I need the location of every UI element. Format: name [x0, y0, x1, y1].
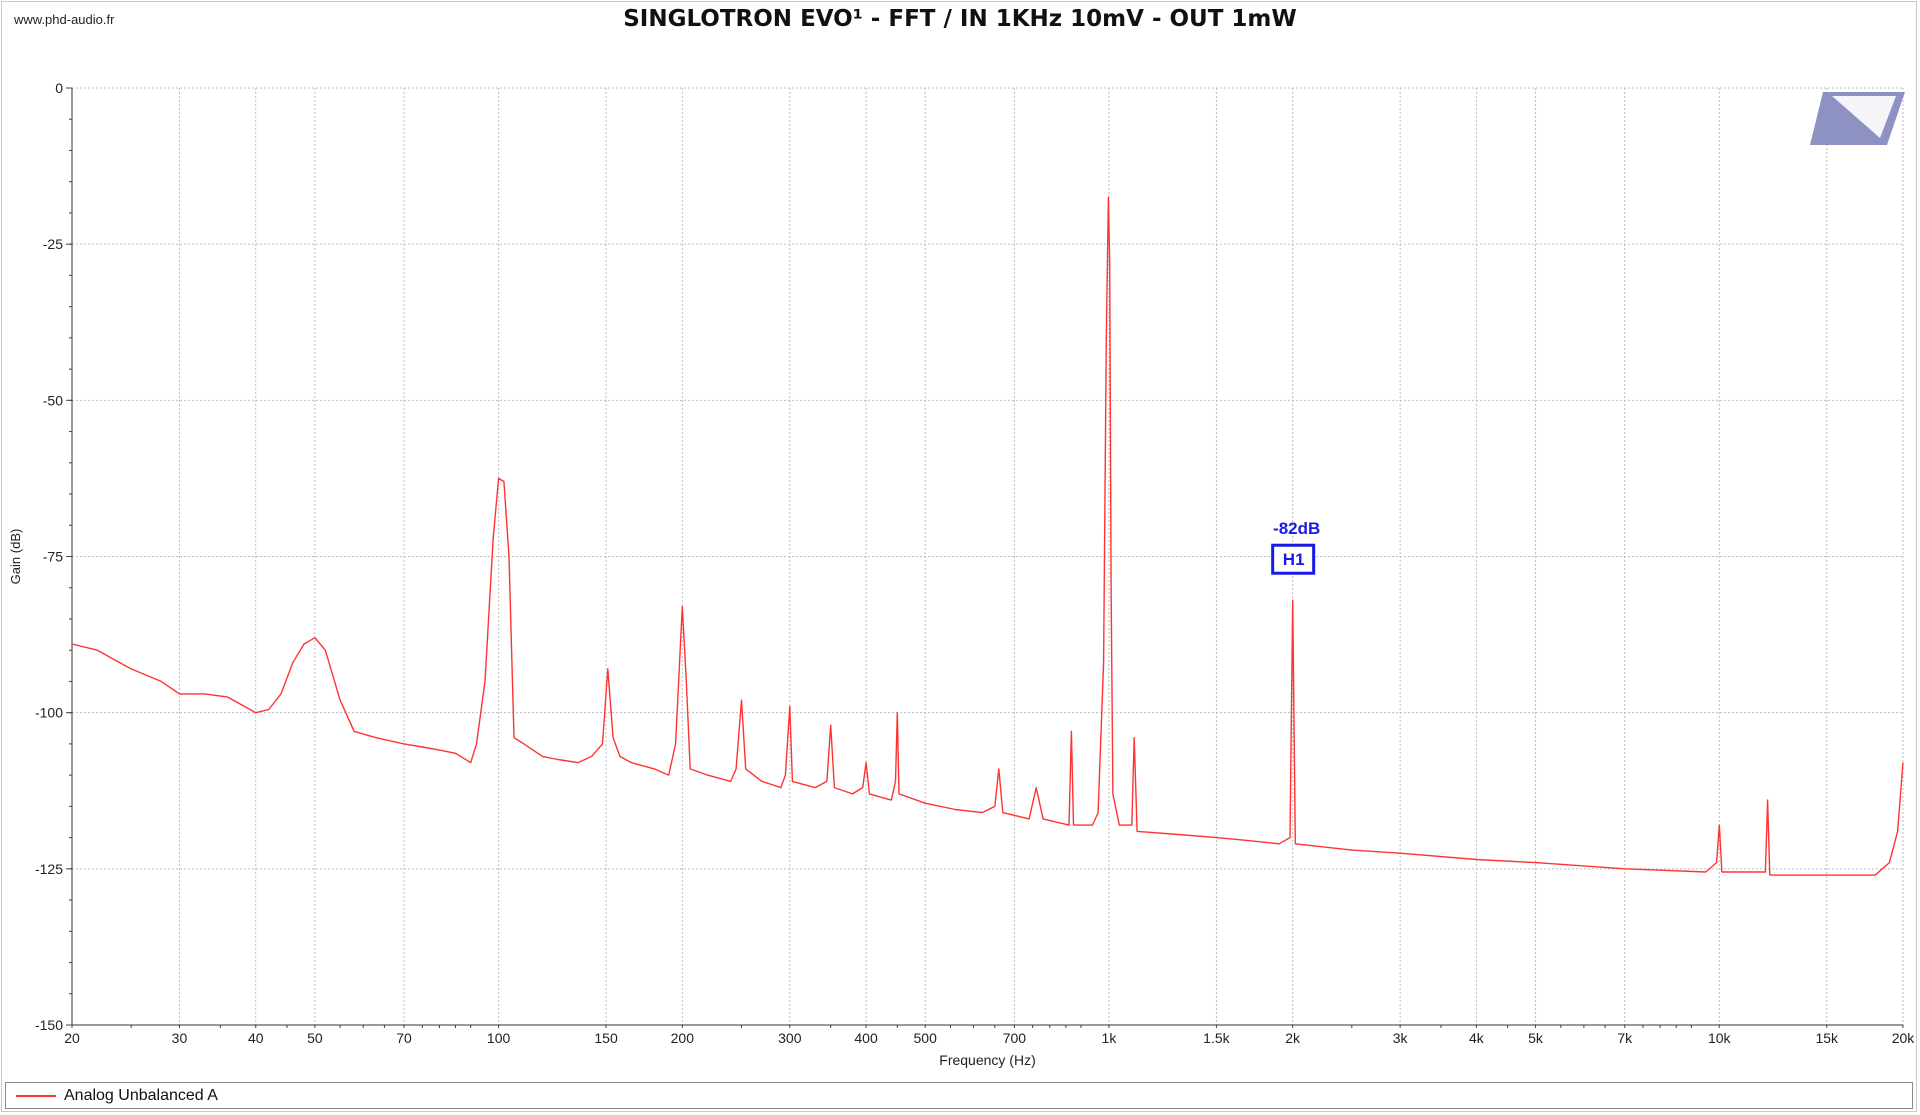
legend-swatch-line — [16, 1095, 56, 1097]
x-tick-label: 1.5k — [1203, 1030, 1230, 1046]
x-tick-label: 500 — [914, 1030, 938, 1046]
annotation-value-label: -82dB — [1273, 519, 1320, 538]
fft-chart: 20 30 40 50 70 100 150 200 300 400 500 700 1k 1.5k 2k 3… — [8, 80, 1915, 1068]
legend-item-label: Analog Unbalanced A — [64, 1087, 218, 1104]
annotation-layer: -82dB H1 — [1271, 519, 1320, 575]
x-tick-label: 700 — [1003, 1030, 1027, 1046]
y-tick-label: -125 — [35, 861, 63, 877]
y-tick-label: -75 — [43, 549, 63, 565]
annotation-label: H1 — [1283, 550, 1305, 569]
y-axis-label: Gain (dB) — [8, 529, 23, 585]
x-tick-label: 20 — [64, 1030, 80, 1046]
x-tick-label: 40 — [248, 1030, 264, 1046]
x-tick-label: 2k — [1285, 1030, 1301, 1046]
x-tick-label: 30 — [172, 1030, 188, 1046]
legend: Analog Unbalanced A — [5, 1082, 1913, 1109]
axis-layer: 20 30 40 50 70 100 150 200 300 400 500 700 1k 1.5k 2k 3… — [8, 80, 1915, 1068]
series-layer — [71, 196, 1904, 876]
y-tick-label: 0 — [55, 80, 63, 96]
y-tick-label: -150 — [35, 1017, 63, 1033]
x-tick-label: 20k — [1892, 1030, 1916, 1046]
grid-layer — [71, 87, 1904, 1026]
x-tick-label: 100 — [487, 1030, 511, 1046]
x-tick-label: 3k — [1393, 1030, 1409, 1046]
x-tick-label: 200 — [671, 1030, 695, 1046]
x-tick-label: 70 — [396, 1030, 412, 1046]
x-tick-label: 7k — [1617, 1030, 1633, 1046]
series-line — [71, 196, 1904, 876]
x-tick-label: 15k — [1815, 1030, 1839, 1046]
x-axis-label: Frequency (Hz) — [939, 1052, 1035, 1068]
y-tick-label: -25 — [43, 236, 63, 252]
y-tick-label: -50 — [43, 392, 63, 408]
phd-audio-logo-icon — [1810, 92, 1905, 145]
x-tick-label: 400 — [854, 1030, 878, 1046]
x-tick-label: 1k — [1102, 1030, 1118, 1046]
x-tick-label: 300 — [778, 1030, 802, 1046]
x-tick-label: 5k — [1528, 1030, 1544, 1046]
x-tick-label: 10k — [1708, 1030, 1732, 1046]
x-tick-label: 150 — [594, 1030, 618, 1046]
y-tick-label: -100 — [35, 705, 63, 721]
x-tick-label: 4k — [1469, 1030, 1485, 1046]
x-tick-label: 50 — [307, 1030, 323, 1046]
